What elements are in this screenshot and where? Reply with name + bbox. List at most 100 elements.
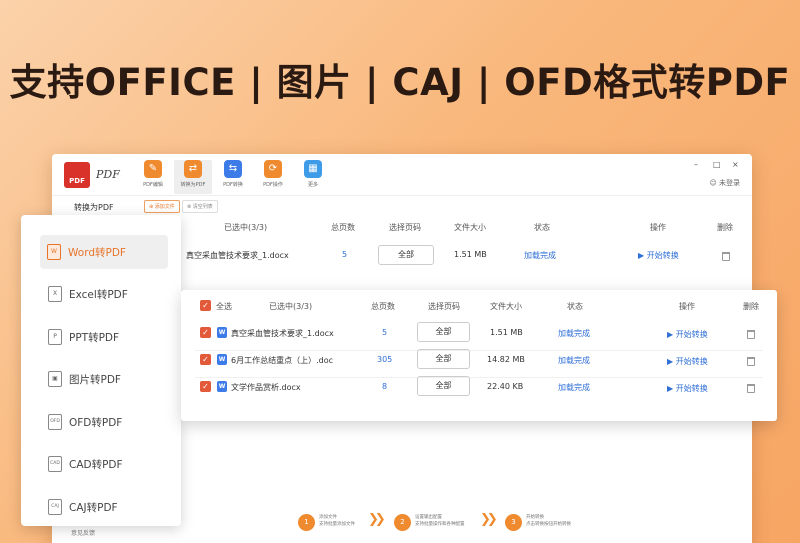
bg-file-pages: 5 — [342, 250, 348, 259]
step-3-text: 开始转换 点击转换按钮开始转换 — [526, 515, 571, 527]
header-pages: 总页数 — [371, 302, 395, 311]
file-name: 文学作品赏析.docx — [231, 383, 301, 392]
header-action: 操作 — [679, 302, 695, 311]
caj-file-icon: CAJ — [48, 499, 62, 515]
play-icon: ▶ — [667, 357, 676, 366]
side-panel-title: 转换为PDF — [74, 203, 114, 212]
page-range-button[interactable]: 全部 — [417, 349, 470, 369]
bg-start-button[interactable]: ▶ 开始转换 — [638, 250, 679, 261]
convert-icon: ⇄ — [184, 160, 202, 178]
banner-title: 支持OFFICE | 图片 | CAJ | OFD格式转PDF — [9, 61, 791, 104]
file-pages: 305 — [377, 355, 393, 364]
header-status: 状态 — [567, 302, 583, 311]
bg-file-size: 1.51 MB — [454, 250, 487, 259]
header-range: 选择页码 — [428, 302, 460, 311]
bg-selected-count: 已选中(3/3) — [224, 223, 268, 232]
row-checkbox[interactable]: ✓ — [200, 327, 211, 338]
format-sidebar: W Word转PDF X Excel转PDF P PPT转PDF ▣ 图片转PD… — [21, 215, 181, 526]
bg-header-delete: 删除 — [717, 223, 733, 232]
word-file-icon: W — [217, 354, 227, 365]
row-checkbox[interactable]: ✓ — [200, 381, 211, 392]
start-convert-button[interactable]: ▶ 开始转换 — [667, 356, 708, 367]
trash-icon[interactable] — [747, 330, 755, 339]
file-name: 6月工作总结重点（上）.doc — [231, 356, 334, 365]
row-divider — [195, 377, 763, 378]
trash-icon[interactable] — [722, 252, 730, 261]
excel-file-icon: X — [48, 286, 62, 302]
file-pages: 8 — [382, 382, 388, 391]
bg-header-status: 状态 — [534, 223, 550, 232]
trash-icon[interactable] — [747, 384, 755, 393]
file-status: 加载完成 — [558, 356, 590, 365]
sidebar-item-ppt[interactable]: P PPT转PDF — [41, 320, 169, 354]
login-status[interactable]: ☺ 未登录 — [709, 178, 740, 188]
step-2-text: 设置输出配置 支持批量操作和各种配置 — [415, 515, 465, 527]
file-status: 加载完成 — [558, 383, 590, 392]
pdf-convert-icon: ⇆ — [224, 160, 242, 178]
trash-icon[interactable] — [747, 357, 755, 366]
start-convert-button[interactable]: ▶ 开始转换 — [667, 383, 708, 394]
page-range-button[interactable]: 全部 — [417, 322, 470, 342]
row-checkbox[interactable]: ✓ — [200, 354, 211, 365]
chevron-right-icon: ❯❯ — [480, 512, 498, 527]
step-1-badge: 1 — [298, 514, 315, 531]
pdf-operate-icon: ⟳ — [264, 160, 282, 178]
word-file-icon: W — [217, 327, 227, 338]
word-file-icon: W — [217, 381, 227, 392]
image-file-icon: ▣ — [48, 371, 62, 387]
grid-icon: ▦ — [304, 160, 322, 178]
step-2-badge: 2 — [394, 514, 411, 531]
bg-header-size: 文件大小 — [454, 223, 486, 232]
select-all-label: 全选 — [216, 302, 232, 311]
file-size: 14.82 MB — [487, 355, 525, 364]
sidebar-item-image[interactable]: ▣ 图片转PDF — [41, 362, 169, 396]
app-logo: PDF — [64, 162, 90, 188]
row-divider — [195, 350, 763, 351]
toolbar-more[interactable]: ▦ 更多 — [294, 160, 332, 188]
toolbar-pdf-operate[interactable]: ⟳ PDF操作 — [254, 160, 292, 188]
word-file-icon: W — [47, 244, 61, 260]
play-icon: ▶ — [667, 384, 676, 393]
file-name: 真空采血管技术要求_1.docx — [231, 329, 334, 338]
sidebar-item-cad[interactable]: CAD CAD转PDF — [41, 447, 169, 481]
start-convert-button[interactable]: ▶ 开始转换 — [667, 329, 708, 340]
toolbar-to-pdf[interactable]: ⇄ 转换为PDF — [174, 160, 212, 194]
play-icon: ▶ — [667, 330, 676, 339]
bg-range-button[interactable]: 全部 — [378, 245, 434, 265]
clear-list-button[interactable]: ⊗ 清空列表 — [182, 200, 218, 213]
file-size: 1.51 MB — [490, 328, 523, 337]
bg-header-pages: 总页数 — [331, 223, 355, 232]
app-header: PDF PDF ✎ PDF编辑 ⇄ 转换为PDF ⇆ PDF转换 ⟳ PDF操作… — [52, 154, 752, 196]
select-all-checkbox[interactable]: ✓ — [200, 300, 211, 311]
cad-file-icon: CAD — [48, 456, 62, 472]
file-table-popup: ✓ 全选 已选中(3/3) 总页数 选择页码 文件大小 状态 操作 删除 ✓ W… — [181, 290, 777, 421]
user-icon: ☺ — [709, 179, 719, 187]
file-status: 加载完成 — [558, 329, 590, 338]
close-button[interactable]: × — [732, 160, 739, 169]
minimize-button[interactable]: – — [694, 160, 698, 169]
toolbar-pdf-convert[interactable]: ⇆ PDF转换 — [214, 160, 252, 188]
header-size: 文件大小 — [490, 302, 522, 311]
app-title: PDF — [96, 168, 120, 181]
header-delete: 删除 — [743, 302, 759, 311]
bg-file-name: 真空采血管技术要求_1.docx — [186, 251, 289, 260]
bg-header-action: 操作 — [650, 223, 666, 232]
edit-icon: ✎ — [144, 160, 162, 178]
sidebar-item-ofd[interactable]: OFD OFD转PDF — [41, 405, 169, 439]
page-range-button[interactable]: 全部 — [417, 376, 470, 396]
chevron-right-icon: ❯❯ — [368, 512, 386, 527]
play-icon: ▶ — [638, 251, 647, 260]
file-size: 22.40 KB — [487, 382, 524, 391]
feedback-link[interactable]: 意见反馈 — [71, 528, 95, 537]
step-3-badge: 3 — [505, 514, 522, 531]
sidebar-item-excel[interactable]: X Excel转PDF — [41, 277, 169, 311]
sidebar-item-word[interactable]: W Word转PDF — [40, 235, 168, 269]
sidebar-item-caj[interactable]: CAJ CAJ转PDF — [41, 490, 169, 524]
add-file-button[interactable]: ⊕ 添加文件 — [144, 200, 180, 213]
toolbar-pdf-edit[interactable]: ✎ PDF编辑 — [134, 160, 172, 188]
ppt-file-icon: P — [48, 329, 62, 345]
bg-header-range: 选择页码 — [389, 223, 421, 232]
bg-file-status: 加载完成 — [524, 251, 556, 260]
selected-count: 已选中(3/3) — [269, 302, 313, 311]
maximize-button[interactable]: □ — [713, 160, 721, 169]
